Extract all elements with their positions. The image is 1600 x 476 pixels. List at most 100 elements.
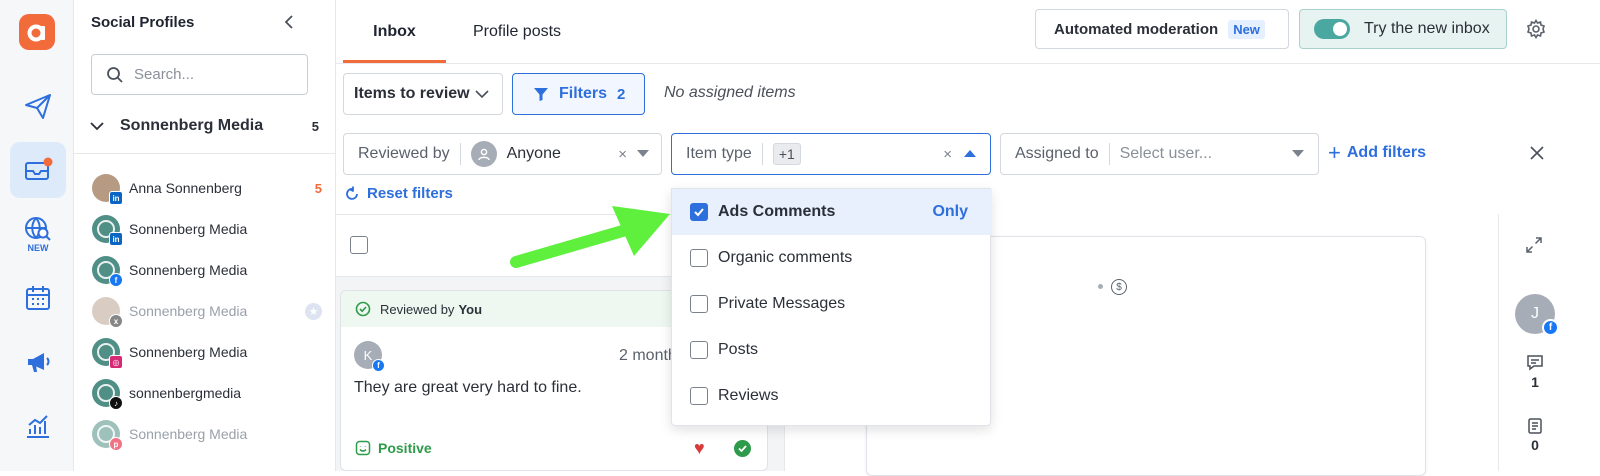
contact-initial: J xyxy=(1531,305,1539,322)
reviewed-by-user: You xyxy=(458,301,483,317)
profile-item[interactable]: ◎ Sonnenberg Media xyxy=(92,335,322,369)
filter-funnel-icon xyxy=(534,88,548,101)
reviewed-by-label: Reviewed by xyxy=(358,145,450,162)
separator xyxy=(761,143,763,165)
reset-filters-button[interactable]: Reset filters xyxy=(344,185,453,202)
caret-down-icon[interactable] xyxy=(637,150,649,158)
automated-moderation-button[interactable]: Automated moderation New xyxy=(1035,9,1289,49)
tab-inbox[interactable]: Inbox xyxy=(343,0,446,64)
dropdown-option[interactable]: Organic comments xyxy=(672,235,992,281)
facebook-icon: f xyxy=(1542,319,1559,336)
option-checkbox[interactable] xyxy=(690,295,708,313)
avatar: in xyxy=(92,174,123,205)
profile-item[interactable]: f Sonnenberg Media xyxy=(92,253,322,287)
automated-moderation-label: Automated moderation xyxy=(1054,20,1219,38)
avatar: x xyxy=(92,297,123,328)
contact-avatar[interactable]: J f xyxy=(1515,294,1559,336)
sentiment-badge: Positive xyxy=(355,440,432,456)
new-badge: NEW xyxy=(27,242,49,253)
add-filters-label: Add filters xyxy=(1346,144,1426,161)
dropdown-option[interactable]: Posts xyxy=(672,327,992,373)
option-label: Posts xyxy=(718,341,759,358)
clear-icon[interactable]: × xyxy=(943,146,952,163)
avatar: p xyxy=(92,420,123,451)
instagram-icon: ◎ xyxy=(109,355,123,369)
profile-item[interactable]: x Sonnenberg Media ★ xyxy=(92,294,322,328)
x-icon: x xyxy=(109,314,123,328)
analytics-icon[interactable] xyxy=(10,398,66,454)
tab-profile-posts-label: Profile posts xyxy=(473,23,562,40)
clear-icon[interactable]: × xyxy=(618,146,627,163)
heart-icon[interactable]: ♥ xyxy=(694,438,705,459)
close-filters-icon[interactable] xyxy=(1529,145,1545,161)
item-type-dropdown: Ads Comments Only Organic comments Priva… xyxy=(671,188,992,426)
item-type-label: Item type xyxy=(686,145,752,162)
toggle-switch[interactable] xyxy=(1314,19,1350,39)
message-text: They are great very hard to fine. xyxy=(354,379,582,396)
toggle-knob xyxy=(1333,22,1347,36)
reviewed-check-icon[interactable] xyxy=(734,440,751,457)
publish-icon[interactable] xyxy=(10,78,66,134)
tab-profile-posts[interactable]: Profile posts xyxy=(473,0,561,64)
collapse-panel-icon[interactable] xyxy=(281,13,299,31)
dropdown-option[interactable]: Reviews xyxy=(672,373,992,419)
filters-label: Filters xyxy=(559,85,608,102)
profile-item[interactable]: ♪ sonnenbergmedia xyxy=(92,376,322,410)
divider xyxy=(74,153,336,154)
tiktok-icon: ♪ xyxy=(109,396,123,410)
add-filters-button[interactable]: + Add filters xyxy=(1328,142,1426,164)
caret-down-icon[interactable] xyxy=(1292,150,1304,158)
profile-search-input[interactable]: Search... xyxy=(91,54,308,95)
try-new-inbox-toggle[interactable]: Try the new inbox xyxy=(1299,9,1507,49)
listening-icon[interactable]: NEW xyxy=(10,206,66,262)
inbox-icon[interactable] xyxy=(10,142,66,198)
expand-icon[interactable] xyxy=(1526,237,1542,253)
comments-counter[interactable]: 1 xyxy=(1520,354,1550,390)
profile-item[interactable]: in Sonnenberg Media xyxy=(92,212,322,246)
profile-name: Sonnenberg Media xyxy=(129,426,248,442)
notes-counter[interactable]: 0 xyxy=(1520,417,1550,453)
avatar: f xyxy=(92,256,123,287)
reviewed-by-value: Anyone xyxy=(506,145,561,162)
option-label: Ads Comments xyxy=(718,203,836,220)
facebook-icon: f xyxy=(109,273,123,287)
profile-name: Sonnenberg Media xyxy=(129,221,248,237)
profile-name: Sonnenberg Media xyxy=(129,344,248,360)
option-checkbox[interactable] xyxy=(690,203,708,221)
option-checkbox[interactable] xyxy=(690,387,708,405)
selected-extra-chip: +1 xyxy=(772,143,801,165)
profile-item[interactable]: in Anna Sonnenberg 5 xyxy=(92,171,322,205)
calendar-icon[interactable] xyxy=(10,270,66,326)
linkedin-icon: in xyxy=(109,191,123,205)
megaphone-icon[interactable] xyxy=(10,334,66,390)
only-button[interactable]: Only xyxy=(932,203,968,221)
settings-gear-icon[interactable] xyxy=(1526,18,1546,40)
option-checkbox[interactable] xyxy=(690,341,708,359)
view-select[interactable]: Items to review xyxy=(343,73,503,115)
reset-icon xyxy=(346,186,358,200)
option-checkbox[interactable] xyxy=(690,249,708,267)
new-badge: New xyxy=(1228,19,1265,39)
caret-up-icon[interactable] xyxy=(964,150,976,158)
reviewed-by-filter[interactable]: Reviewed by Anyone × xyxy=(343,133,662,175)
dropdown-option[interactable]: Ads Comments Only xyxy=(672,189,992,235)
search-icon xyxy=(107,66,123,83)
group-name: Sonnenberg Media xyxy=(120,117,264,134)
check-circle-icon xyxy=(355,301,371,317)
option-label: Reviews xyxy=(718,387,779,404)
app-logo[interactable] xyxy=(19,14,55,50)
chevron-down-icon xyxy=(90,122,104,131)
user-avatar-icon xyxy=(470,141,497,167)
select-all-checkbox[interactable] xyxy=(350,236,368,254)
profile-item[interactable]: p Sonnenberg Media xyxy=(92,417,322,451)
item-type-filter[interactable]: Item type +1 × xyxy=(671,133,991,175)
filters-button[interactable]: Filters 2 xyxy=(512,73,645,115)
filters-count: 2 xyxy=(617,85,626,103)
assigned-to-filter[interactable]: Assigned to Select user... xyxy=(1000,133,1319,175)
pinterest-icon: p xyxy=(109,437,123,451)
profile-group-header[interactable]: Sonnenberg Media 5 xyxy=(89,112,319,140)
message-time: 2 month xyxy=(619,347,677,364)
reset-filters-label: Reset filters xyxy=(367,185,453,202)
favorite-star-icon[interactable]: ★ xyxy=(305,302,322,320)
dropdown-option[interactable]: Private Messages xyxy=(672,281,992,327)
